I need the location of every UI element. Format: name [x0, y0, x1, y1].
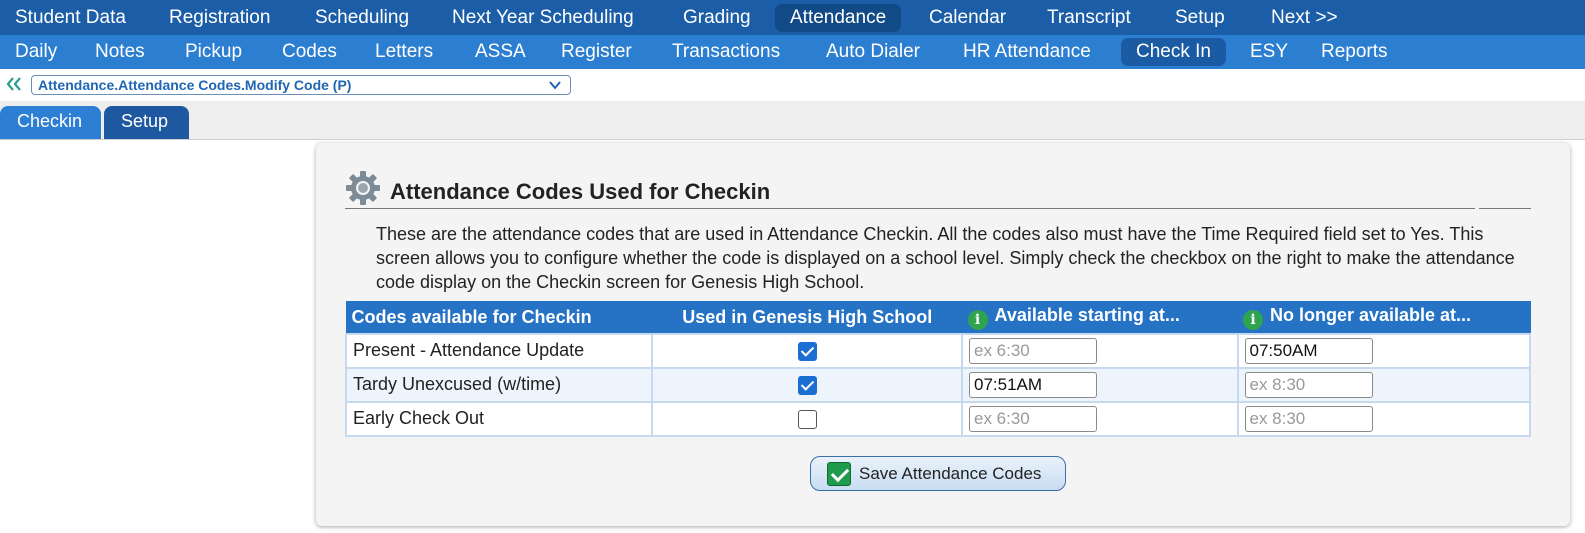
checkmark-icon	[827, 462, 851, 486]
panel-title: Attendance Codes Used for Checkin	[390, 179, 771, 204]
nav-next[interactable]: Next >>	[1256, 4, 1353, 32]
start-time-input[interactable]	[969, 337, 1097, 364]
subnav-auto-dialer[interactable]: Auto Dialer	[811, 38, 935, 66]
subnav-codes[interactable]: Codes	[267, 38, 352, 66]
save-button-label: Save Attendance Codes	[859, 464, 1042, 483]
table-row: Tardy Unexcused (w/time)	[344, 366, 1531, 403]
header-end: i No longer available at...	[1237, 301, 1531, 334]
chevron-down-icon	[549, 81, 561, 90]
info-icon[interactable]: i	[1243, 309, 1263, 330]
used-checkbox[interactable]	[797, 375, 817, 395]
subnav-check-in[interactable]: Check In	[1121, 38, 1226, 66]
table-row: Early Check Out	[344, 400, 1531, 437]
start-time-input[interactable]	[969, 371, 1097, 398]
subnav-transactions[interactable]: Transactions	[657, 38, 795, 66]
header-end-label: No longer available at...	[1270, 304, 1472, 325]
subnav-assa[interactable]: ASSA	[460, 38, 541, 66]
start-time-input[interactable]	[969, 405, 1097, 432]
panel-description: These are the attendance codes that are …	[376, 224, 1515, 292]
header-start-label: Available starting at...	[994, 304, 1180, 325]
code-name: Tardy Unexcused (w/time)	[344, 366, 654, 403]
nav-registration[interactable]: Registration	[154, 4, 285, 32]
code-name: Early Check Out	[344, 400, 654, 437]
nav-grading[interactable]: Grading	[668, 4, 766, 32]
subnav-register[interactable]: Register	[546, 38, 647, 66]
nav-transcript[interactable]: Transcript	[1032, 4, 1146, 32]
subnav-reports[interactable]: Reports	[1306, 38, 1403, 66]
table-header-row: Codes available for Checkin Used in Gene…	[345, 301, 1531, 334]
end-time-input[interactable]	[1244, 337, 1373, 364]
panel-header: Attendance Codes Used for Checkin	[345, 170, 1530, 210]
used-checkbox[interactable]	[797, 341, 817, 361]
title-divider	[345, 208, 1475, 209]
nav-setup[interactable]: Setup	[1160, 4, 1240, 32]
end-time-input[interactable]	[1244, 371, 1373, 398]
subnav-letters[interactable]: Letters	[360, 38, 448, 66]
secondary-nav: Daily Notes Pickup Codes Letters ASSA Re…	[0, 35, 1585, 69]
info-icon[interactable]: i	[967, 309, 988, 330]
nav-scheduling[interactable]: Scheduling	[300, 4, 424, 32]
double-chevron-left-icon[interactable]	[5, 73, 23, 95]
page-selector-dropdown[interactable]: Attendance.Attendance Codes.Modify Code …	[31, 75, 571, 95]
subnav-hr-attendance[interactable]: HR Attendance	[948, 38, 1106, 66]
code-name: Present - Attendance Update	[344, 332, 654, 369]
save-attendance-codes-button[interactable]: Save Attendance Codes	[810, 456, 1066, 491]
page-selector-value: Attendance.Attendance Codes.Modify Code …	[38, 77, 352, 93]
nav-calendar[interactable]: Calendar	[914, 4, 1021, 32]
primary-nav: Student Data Registration Scheduling Nex…	[0, 0, 1585, 35]
title-divider-end	[1479, 208, 1531, 209]
header-codes: Codes available for Checkin	[345, 301, 653, 334]
header-used: Used in Genesis High School	[651, 301, 963, 334]
nav-attendance[interactable]: Attendance	[775, 4, 902, 32]
tab-setup[interactable]: Setup	[104, 106, 189, 139]
table-row: Present - Attendance Update	[344, 332, 1531, 369]
nav-next-year-scheduling[interactable]: Next Year Scheduling	[437, 4, 649, 32]
breadcrumb-bar: Attendance.Attendance Codes.Modify Code …	[0, 69, 1585, 101]
tab-checkin[interactable]: Checkin	[0, 106, 101, 139]
codes-table: Codes available for Checkin Used in Gene…	[344, 301, 1531, 437]
used-checkbox[interactable]	[797, 409, 817, 429]
header-start: i Available starting at...	[961, 301, 1238, 334]
subnav-notes[interactable]: Notes	[80, 38, 160, 66]
subnav-pickup[interactable]: Pickup	[170, 38, 257, 66]
nav-student-data[interactable]: Student Data	[0, 4, 141, 32]
subnav-daily[interactable]: Daily	[0, 38, 72, 66]
end-time-input[interactable]	[1244, 405, 1373, 432]
tab-bar: Checkin Setup	[0, 101, 1585, 140]
gear-icon	[346, 171, 380, 205]
subnav-esy[interactable]: ESY	[1235, 38, 1303, 66]
